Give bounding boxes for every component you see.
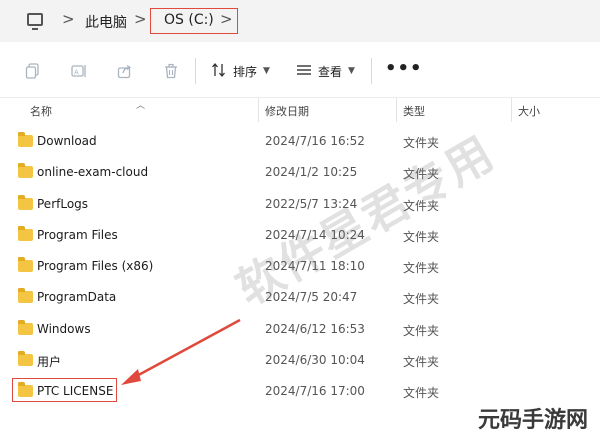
toolbar-divider [195, 58, 196, 84]
column-header-name[interactable]: 名称 [30, 103, 52, 119]
view-icon [296, 62, 312, 81]
table-row[interactable]: online-exam-cloud 2024/1/2 10:25 文件夹 [0, 157, 600, 188]
sort-ascending-icon: ︿ [136, 101, 146, 111]
address-bar[interactable]: > 此电脑 > OS (C:) > [0, 0, 600, 42]
computer-icon[interactable] [27, 13, 43, 30]
file-type: 文件夹 [403, 323, 440, 338]
file-type: 文件夹 [403, 292, 440, 307]
table-row[interactable]: Download 2024/7/16 16:52 文件夹 [0, 126, 600, 157]
column-divider[interactable] [511, 98, 512, 122]
view-label: 查看 [318, 64, 343, 79]
column-divider[interactable] [258, 98, 259, 122]
table-row[interactable]: 用户 2024/6/30 10:04 文件夹 [0, 345, 600, 376]
folder-icon [18, 288, 33, 304]
toolbar-divider [371, 58, 372, 84]
sort-label: 排序 [233, 64, 258, 79]
file-name: Windows [37, 321, 91, 336]
sort-icon [211, 62, 227, 81]
folder-icon [18, 257, 33, 273]
file-name: 用户 [37, 355, 62, 370]
file-name: Download [37, 134, 97, 148]
sort-button[interactable]: 排序 ▼ [211, 61, 270, 81]
share-icon[interactable] [117, 63, 133, 79]
folder-icon [18, 382, 33, 398]
file-name: PerfLogs [37, 196, 89, 211]
column-header-modified[interactable]: 修改日期 [265, 103, 309, 119]
folder-icon [18, 194, 33, 210]
column-headers: ︿ 名称 修改日期 类型 大小 [0, 98, 600, 122]
svg-text:A: A [74, 69, 79, 77]
file-type: 文件夹 [403, 355, 440, 370]
folder-icon [18, 163, 33, 179]
folder-icon [18, 319, 33, 335]
chevron-down-icon: ▼ [263, 66, 270, 76]
column-header-size[interactable]: 大小 [518, 103, 540, 119]
column-header-type[interactable]: 类型 [403, 103, 425, 119]
copy-icon[interactable] [25, 63, 41, 79]
more-options-button[interactable]: ••• [385, 58, 423, 79]
file-date: 2024/1/2 10:25 [265, 165, 358, 180]
file-name: Program Files [37, 227, 118, 242]
chevron-down-icon: ▼ [348, 66, 355, 76]
folder-icon [18, 132, 33, 147]
chevron-right-icon: > [134, 10, 147, 28]
table-row[interactable]: Windows 2024/6/12 16:53 文件夹 [0, 314, 600, 345]
rename-icon[interactable]: A [71, 63, 87, 79]
file-date: 2024/6/12 16:53 [265, 321, 365, 336]
breadcrumb-this-pc[interactable]: 此电脑 [85, 12, 127, 32]
folder-icon [18, 351, 33, 367]
file-name: ProgramData [37, 290, 117, 305]
command-bar: A 排序 ▼ 查看 ▼ ••• [0, 42, 600, 98]
table-row[interactable]: PerfLogs 2022/5/7 13:24 文件夹 [0, 189, 600, 220]
folder-icon [18, 225, 33, 241]
site-logo: 元码手游网 [477, 408, 588, 433]
breadcrumb-highlight-box [150, 8, 238, 34]
file-name: Program Files (x86) [37, 259, 154, 274]
file-type: 文件夹 [403, 261, 440, 276]
delete-icon[interactable] [163, 63, 179, 79]
file-date: 2024/7/16 17:00 [265, 384, 365, 399]
file-name: PTC LICENSE [37, 384, 114, 399]
chevron-right-icon: > [62, 10, 75, 28]
file-type: 文件夹 [403, 386, 440, 401]
column-divider[interactable] [396, 98, 397, 122]
file-date: 2024/6/30 10:04 [265, 353, 365, 368]
file-name: online-exam-cloud [37, 165, 149, 180]
view-button[interactable]: 查看 ▼ [296, 61, 355, 81]
file-date: 2024/7/16 16:52 [265, 134, 365, 148]
